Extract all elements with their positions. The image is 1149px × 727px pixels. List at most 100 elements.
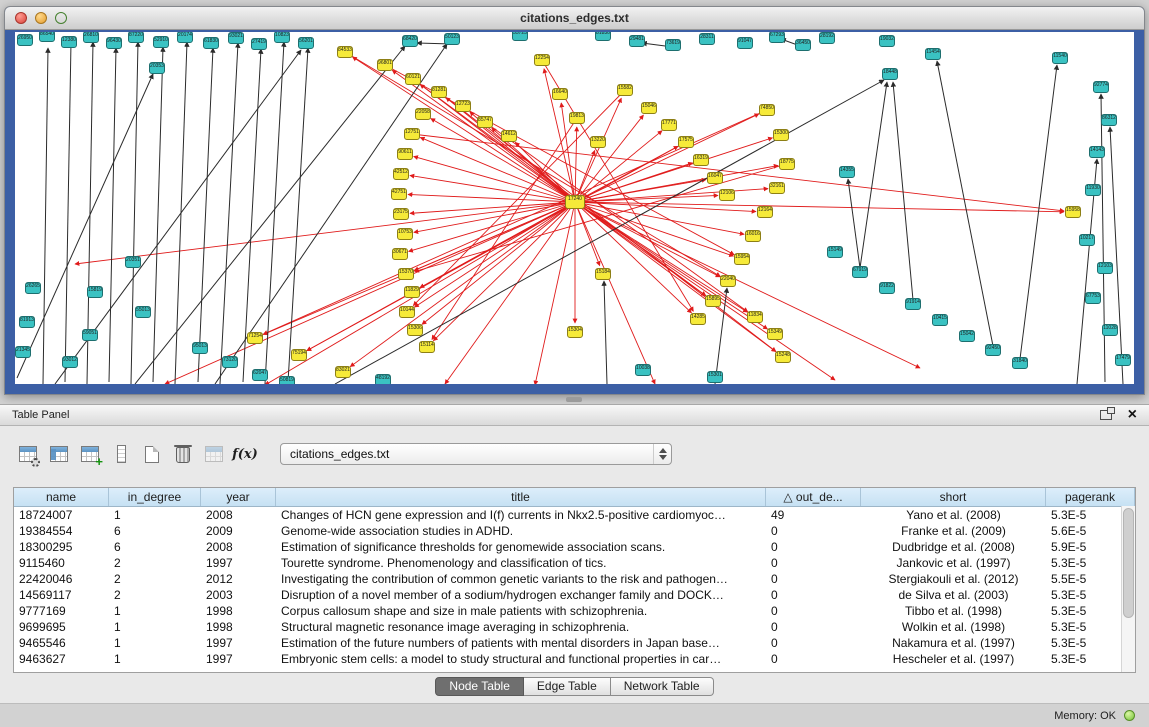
graph-node[interactable]: 13220 <box>590 136 606 148</box>
graph-node[interactable]: 15895 <box>705 295 721 307</box>
table-row[interactable]: 1830029562008Estimation of significance … <box>14 539 1135 555</box>
table-row[interactable]: 1872400712008Changes of HCN gene express… <box>14 507 1135 523</box>
graph-node[interactable]: 42512 <box>393 168 409 180</box>
graph-node[interactable]: 29481 <box>629 35 645 47</box>
graph-node[interactable]: 62047 <box>252 369 268 381</box>
graph-node[interactable]: 16640 <box>552 88 568 100</box>
graph-node[interactable]: 91914 <box>905 298 921 310</box>
graph-node[interactable]: 17479 <box>1115 354 1131 366</box>
graph-node[interactable]: 12164 <box>757 206 773 218</box>
graph-node[interactable]: 18775 <box>779 158 795 170</box>
graph-node[interactable]: 61830 <box>203 37 219 49</box>
graph-node[interactable]: 86540 <box>39 32 55 42</box>
graph-node[interactable]: 19032 <box>879 35 895 47</box>
graph-node[interactable]: 48192 <box>375 374 391 384</box>
row-tool-button[interactable] <box>109 443 133 465</box>
graph-node[interactable]: 15370 <box>398 268 414 280</box>
float-panel-icon[interactable] <box>1100 410 1112 420</box>
graph-node[interactable]: 90611 <box>397 148 413 160</box>
panel-divider-handle[interactable] <box>566 397 582 402</box>
graph-node[interactable]: 92774 <box>1093 81 1109 93</box>
graph-node[interactable]: 22058 <box>415 108 431 120</box>
graph-node[interactable]: 20353 <box>149 62 165 74</box>
graph-node[interactable]: 17575 <box>678 136 694 148</box>
graph-node[interactable]: 12723 <box>455 100 471 112</box>
graph-node[interactable]: 15819 <box>87 286 103 298</box>
graph-node[interactable]: 26265 <box>25 282 41 294</box>
graph-node[interactable]: 81913 <box>19 316 35 328</box>
graph-node[interactable]: 11829 <box>404 286 420 298</box>
graph-node[interactable]: 50123 <box>444 33 460 45</box>
close-panel-icon[interactable]: × <box>1128 408 1137 422</box>
graph-node[interactable]: 27419 <box>251 38 267 50</box>
graph-node[interactable]: 92450 <box>985 344 1001 356</box>
graph-node[interactable]: 87220 <box>128 32 144 43</box>
graph-node[interactable]: 84533 <box>337 46 353 58</box>
tab-node-table[interactable]: Node Table <box>435 677 524 696</box>
zoom-window-button[interactable] <box>55 12 67 24</box>
graph-node[interactable]: 15248 <box>775 351 791 363</box>
graph-node[interactable]: 15958 <box>1065 206 1081 218</box>
graph-node[interactable]: 20351 <box>125 256 141 268</box>
graph-node[interactable]: 52910 <box>153 36 169 48</box>
graph-node[interactable]: 60121 <box>405 73 421 85</box>
graph-node[interactable]: 71254 <box>247 332 263 344</box>
graph-node[interactable]: 50819 <box>279 376 295 384</box>
graph-node[interactable]: 67293 <box>769 32 785 43</box>
graph-node[interactable]: 18448 <box>882 68 898 80</box>
tab-edge-table[interactable]: Edge Table <box>524 677 611 696</box>
graph-node[interactable]: 17771 <box>661 119 677 131</box>
graph-node[interactable]: 10038 <box>635 364 651 376</box>
graph-node[interactable]: 93021 <box>228 32 244 44</box>
graph-node[interactable]: 15301 <box>707 371 723 383</box>
graph-node[interactable]: 93012 <box>62 356 78 368</box>
column-header-name[interactable]: name <box>14 488 109 506</box>
graph-node[interactable]: 20174 <box>177 32 193 43</box>
graph-node[interactable]: 12751 <box>404 128 420 140</box>
function-builder-button[interactable]: f(x) <box>233 443 257 465</box>
column-header-title[interactable]: title <box>276 488 766 506</box>
graph-node[interactable]: 12254 <box>534 54 550 66</box>
graph-node[interactable]: 15304 <box>567 326 583 338</box>
column-chooser-button[interactable] <box>47 443 71 465</box>
graph-node[interactable]: 23175 <box>393 208 409 220</box>
import-table-button[interactable]: + <box>78 443 102 465</box>
graph-node[interactable]: 85747 <box>477 116 493 128</box>
graph-node[interactable]: 59051 <box>82 329 98 341</box>
graph-node[interactable]: 22040 <box>720 275 736 287</box>
graph-node[interactable]: 55723 <box>512 32 528 41</box>
graph-node[interactable]: 67753 <box>1085 292 1101 304</box>
graph-node[interactable]: 15114 <box>419 341 435 353</box>
delete-table-button[interactable] <box>171 443 195 465</box>
graph-node[interactable]: 10144 <box>399 306 415 318</box>
graph-node[interactable]: 12380 <box>61 36 77 48</box>
graph-node[interactable]: 32161 <box>769 182 785 194</box>
column-header-year[interactable]: year <box>201 488 276 506</box>
graph-node[interactable]: 81281 <box>431 86 447 98</box>
table-row[interactable]: 969969511998Structural magnetic resonanc… <box>14 619 1135 635</box>
graph-node[interactable]: 28192 <box>819 32 835 44</box>
graph-node[interactable]: 81830 <box>595 32 611 41</box>
graph-node[interactable]: 15042 <box>959 330 975 342</box>
graph-node[interactable]: 30671 <box>392 248 408 260</box>
graph-node[interactable]: 15184 <box>595 268 611 280</box>
table-row[interactable]: 946554611997Estimation of the future num… <box>14 635 1135 651</box>
graph-node[interactable]: 73619 <box>665 39 681 51</box>
graph-node[interactable]: 86312 <box>1101 114 1117 126</box>
graph-node[interactable]: 42751 <box>391 188 407 200</box>
table-row[interactable]: 977716911998Corpus callosum shape and si… <box>14 603 1135 619</box>
graph-node[interactable]: 31840 <box>1012 357 1028 369</box>
graph-node[interactable]: 11454 <box>925 48 941 60</box>
graph-node[interactable]: 14612 <box>501 130 517 142</box>
window-titlebar[interactable]: citations_edges.txt <box>5 7 1144 30</box>
graph-node[interactable]: 12106 <box>719 189 735 201</box>
graph-node[interactable]: 11834 <box>747 311 763 323</box>
column-header-out_de[interactable]: △ out_de... <box>766 488 861 506</box>
graph-node[interactable]: 15046 <box>641 102 657 114</box>
graph-node[interactable]: 26950 <box>17 34 33 46</box>
graph-node[interactable]: 16047 <box>707 172 723 184</box>
graph-node[interactable]: 96430 <box>106 37 122 49</box>
graph-node[interactable]: 83021 <box>335 366 351 378</box>
graph-node[interactable]: 91822 <box>879 282 895 294</box>
graph-node[interactable]: 19813 <box>569 112 585 124</box>
